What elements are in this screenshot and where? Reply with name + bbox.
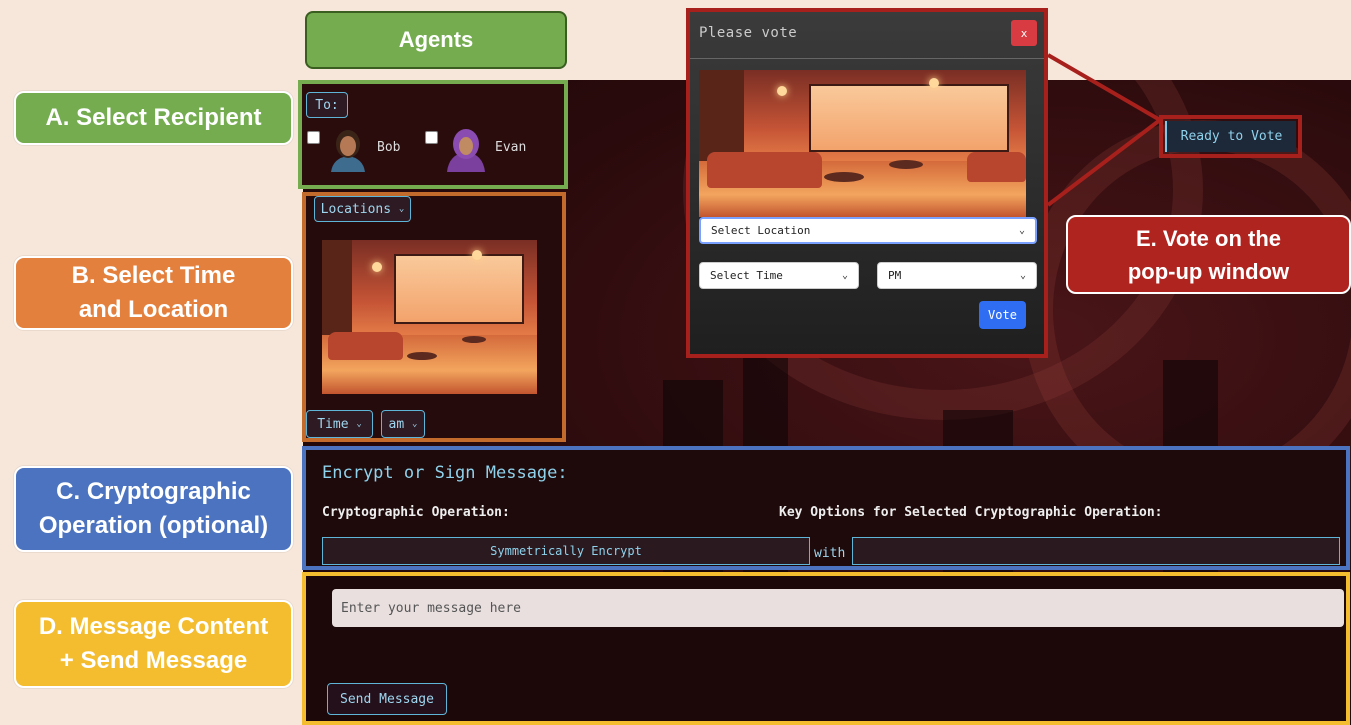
select-time-dropdown[interactable]: Select Time ⌄ <box>699 262 859 289</box>
label-c-line1: C. Cryptographic <box>56 478 251 505</box>
label-e-line2: pop-up window <box>1127 258 1290 284</box>
popup-location-image <box>699 70 1026 217</box>
scene-window <box>809 84 1009 152</box>
locations-dropdown[interactable]: Locations ⌄ <box>314 196 411 222</box>
evan-avatar <box>443 126 489 172</box>
to-label: To: <box>315 97 339 113</box>
label-message-content: D. Message Content + Send Message <box>14 600 293 688</box>
select-time-label: Select Time <box>710 269 783 282</box>
scene-table <box>824 172 864 182</box>
scene-window <box>394 254 524 324</box>
chevron-down-icon: ⌄ <box>356 419 362 429</box>
label-a-text: A. Select Recipient <box>45 104 262 131</box>
vote-popup-title: Please vote <box>699 25 798 41</box>
crypto-operation-label: Cryptographic Operation: <box>322 505 510 520</box>
crypto-operation-select[interactable]: Symmetrically Encrypt <box>322 537 810 565</box>
label-d-line1: D. Message Content <box>38 613 269 640</box>
chevron-down-icon: ⌄ <box>412 419 418 429</box>
ready-to-vote-button[interactable]: Ready to Vote <box>1165 121 1296 152</box>
scene-sofa <box>707 152 822 188</box>
select-location-dropdown[interactable]: Select Location ⌄ <box>699 217 1037 244</box>
ampm-label: am <box>388 416 405 432</box>
key-options-label: Key Options for Selected Cryptographic O… <box>779 505 1163 520</box>
checkbox-evan[interactable] <box>425 131 438 144</box>
scene-lamp <box>929 78 939 88</box>
scene-lamp <box>472 250 482 260</box>
crypto-operation-value: Symmetrically Encrypt <box>490 544 642 558</box>
send-message-label: Send Message <box>340 691 434 707</box>
label-cryptographic-operation: C. Cryptographic Operation (optional) <box>14 466 293 552</box>
label-c-line2: Operation (optional) <box>38 512 269 539</box>
checkbox-bob[interactable] <box>307 131 320 144</box>
scene-table <box>889 160 923 169</box>
to-button[interactable]: To: <box>306 92 348 118</box>
crypto-title: Encrypt or Sign Message: <box>322 463 568 483</box>
vote-button[interactable]: Vote <box>979 301 1026 329</box>
scene-lamp <box>372 262 382 272</box>
label-vote-popup: E. Vote on the pop-up window <box>1066 215 1351 294</box>
label-select-time-location: B. Select Time and Location <box>14 256 293 330</box>
close-icon: x <box>1020 26 1028 40</box>
select-ampm-dropdown[interactable]: PM ⌄ <box>877 262 1037 289</box>
chevron-down-icon: ⌄ <box>1019 270 1026 281</box>
label-d-line2: + Send Message <box>59 647 248 674</box>
time-label: Time <box>317 416 349 432</box>
label-b-line1: B. Select Time <box>71 262 236 289</box>
agents-header-text: Agents <box>398 27 474 52</box>
send-message-button[interactable]: Send Message <box>327 683 447 715</box>
scene-table <box>462 336 486 343</box>
popup-divider <box>690 58 1044 59</box>
time-dropdown[interactable]: Time ⌄ <box>306 410 373 438</box>
chevron-down-icon: ⌄ <box>841 270 848 281</box>
select-location-label: Select Location <box>711 224 811 237</box>
scene-lamp <box>777 86 787 96</box>
chevron-down-icon: ⌄ <box>1018 225 1025 236</box>
label-select-recipient: A. Select Recipient <box>14 91 293 145</box>
scene-sofa <box>328 332 403 360</box>
chevron-down-icon: ⌄ <box>398 204 405 214</box>
label-b-line2: and Location <box>78 296 229 323</box>
scene-sofa <box>967 152 1026 182</box>
message-input[interactable] <box>332 589 1344 627</box>
label-e-line1: E. Vote on the <box>1135 225 1282 251</box>
key-options-select[interactable] <box>852 537 1340 565</box>
with-label: with <box>814 546 846 561</box>
ampm-dropdown[interactable]: am ⌄ <box>381 410 425 438</box>
agent-name-bob: Bob <box>377 140 401 155</box>
location-image <box>322 240 537 394</box>
vote-label: Vote <box>988 308 1017 322</box>
scene-table <box>407 352 437 360</box>
locations-label: Locations <box>320 201 392 217</box>
select-ampm-label: PM <box>888 269 902 282</box>
ready-to-vote-label: Ready to Vote <box>1180 129 1283 144</box>
bob-avatar <box>325 126 371 172</box>
close-button[interactable]: x <box>1011 20 1037 46</box>
agents-header: Agents <box>305 11 567 69</box>
agent-name-evan: Evan <box>495 140 527 155</box>
